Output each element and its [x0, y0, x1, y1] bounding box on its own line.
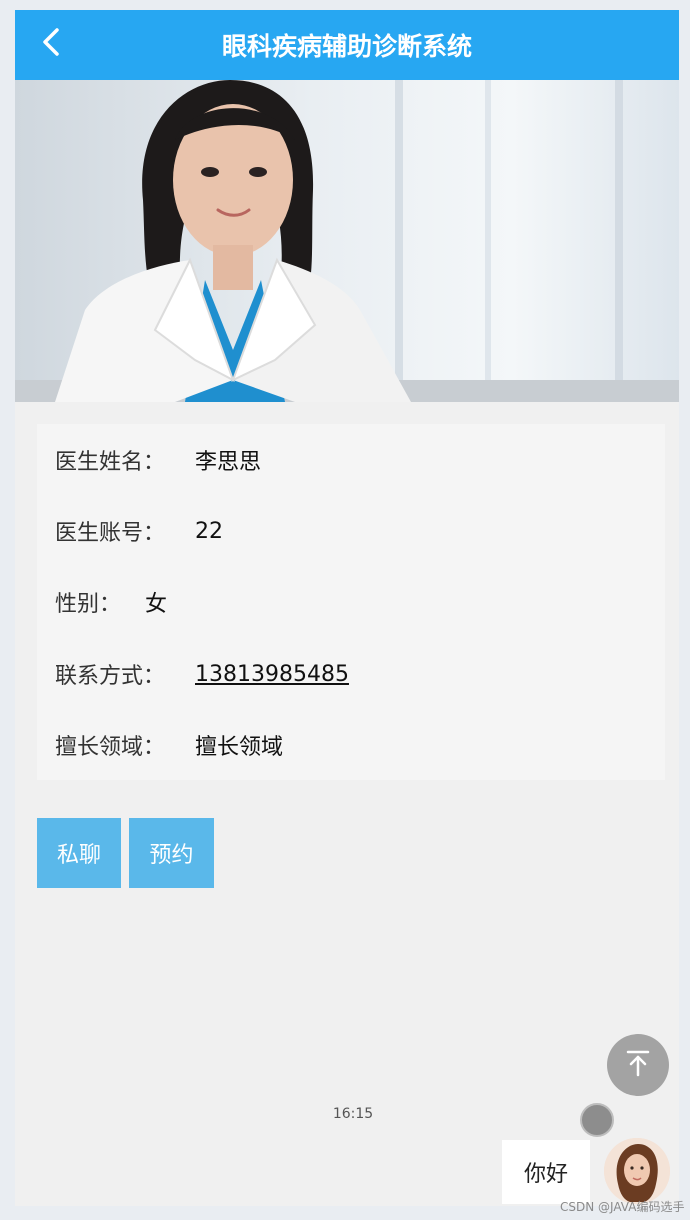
top-navbar: 眼科疾病辅助诊断系统 [15, 10, 679, 80]
chat-status-dot [580, 1103, 614, 1137]
chat-timestamp: 16:15 [332, 1106, 374, 1122]
app-screen: 眼科疾病辅助诊断系统 医生姓名： 李思思 医生账号： 22 性别： 女 联系方式… [15, 10, 679, 1206]
doctor-account-value: 22 [195, 518, 223, 544]
doctor-name-row: 医生姓名： 李思思 [55, 442, 261, 478]
scroll-to-top-button[interactable] [607, 1034, 669, 1096]
doctor-specialty-row: 擅长领域： 擅长领域 [55, 727, 283, 763]
doctor-account-label: 医生账号： [55, 521, 166, 546]
doctor-info-card: 医生姓名： 李思思 医生账号： 22 性别： 女 联系方式： 138139854… [37, 424, 665, 780]
avatar [604, 1138, 670, 1204]
appointment-button[interactable]: 预约 [129, 818, 214, 888]
back-button[interactable] [33, 26, 69, 62]
arrow-up-to-top-icon [623, 1048, 653, 1082]
chat-message-bubble: 你好 [502, 1140, 590, 1204]
doctor-gender-label: 性别： [55, 592, 122, 617]
doctor-specialty-label: 擅长领域： [55, 735, 166, 760]
doctor-gender-value: 女 [145, 592, 168, 617]
watermark-text: CSDN @JAVA编码选手 [560, 1200, 685, 1214]
doctor-name-label: 医生姓名： [55, 450, 166, 475]
doctor-name-value: 李思思 [195, 450, 262, 475]
doctor-photo [15, 80, 679, 402]
page-title: 眼科疾病辅助诊断系统 [221, 32, 472, 61]
doctor-gender-row: 性别： 女 [55, 584, 167, 620]
private-chat-button[interactable]: 私聊 [37, 818, 121, 888]
doctor-phone-link[interactable]: 13813985485 [195, 662, 349, 687]
doctor-contact-row: 联系方式： 13813985485 [55, 656, 349, 692]
doctor-account-row: 医生账号： 22 [55, 513, 223, 549]
doctor-specialty-value: 擅长领域 [195, 735, 284, 760]
doctor-contact-label: 联系方式： [55, 664, 166, 689]
chevron-left-icon [40, 27, 62, 61]
